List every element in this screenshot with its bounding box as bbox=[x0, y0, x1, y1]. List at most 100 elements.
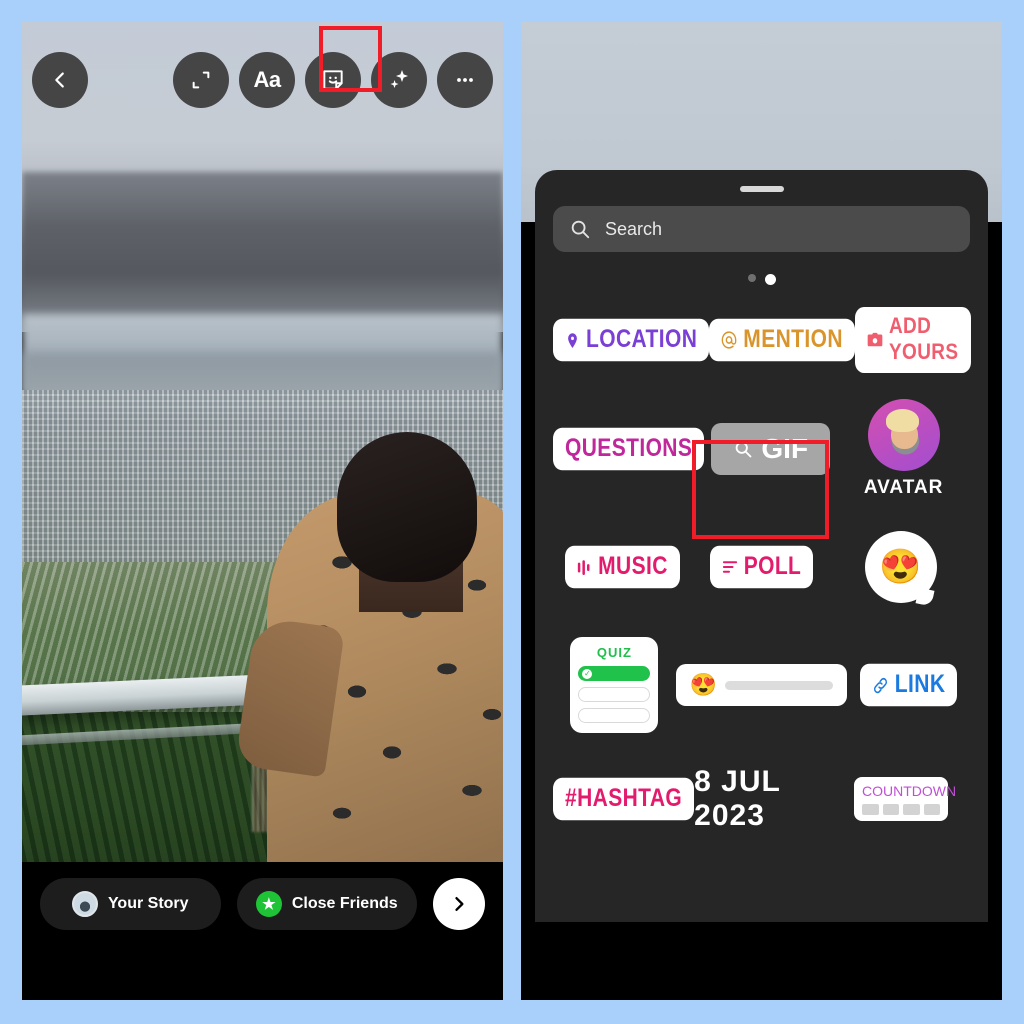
location-sticker[interactable]: LOCATION bbox=[553, 318, 710, 362]
page-dot-active[interactable] bbox=[764, 274, 776, 285]
bars-icon bbox=[577, 558, 592, 576]
page-indicator bbox=[535, 274, 988, 285]
cloud-band bbox=[22, 172, 503, 327]
cell-music: MUSIC bbox=[553, 545, 692, 589]
chevron-right-icon bbox=[449, 894, 469, 914]
story-photo[interactable] bbox=[22, 22, 503, 862]
bottom-black-band bbox=[521, 922, 1002, 1000]
countdown-digit bbox=[862, 804, 879, 815]
cell-questions: QUESTIONS bbox=[553, 427, 705, 471]
chevron-left-icon bbox=[49, 69, 71, 91]
sticker-row-5: #HASHTAG 8 JUL 2023 COUNTDOWN bbox=[553, 765, 970, 833]
cell-date: 8 JUL 2023 bbox=[694, 765, 832, 833]
avatar-label: AVATAR bbox=[863, 477, 944, 498]
close-friends-label: Close Friends bbox=[291, 895, 398, 912]
sticker-tool-button[interactable] bbox=[305, 52, 361, 108]
quiz-option-correct: ✓ bbox=[578, 666, 651, 681]
search-icon bbox=[733, 439, 753, 459]
gif-label: GIF bbox=[761, 433, 809, 464]
cell-location: LOCATION bbox=[553, 318, 710, 362]
mention-sticker[interactable]: MENTION bbox=[709, 318, 855, 362]
search-icon bbox=[569, 218, 591, 240]
quiz-option bbox=[578, 687, 651, 702]
text-tool-button[interactable]: Aa bbox=[239, 52, 295, 108]
sticker-tray-panel: Search LOCATION MENTION ADD YOURS QUESTI… bbox=[521, 22, 1002, 1000]
link-sticker[interactable]: LINK bbox=[859, 663, 958, 707]
music-label: MUSIC bbox=[598, 552, 668, 580]
pin-icon bbox=[565, 331, 580, 349]
countdown-label: COUNTDOWN bbox=[862, 783, 957, 799]
story-composer-panel: Aa Your Story ★ Close Friends bbox=[22, 22, 503, 1000]
sticker-row-2: QUESTIONS GIF AVATAR bbox=[553, 397, 970, 501]
ellipsis-icon bbox=[453, 68, 477, 92]
next-button[interactable] bbox=[433, 878, 485, 930]
sheet-grabber[interactable] bbox=[739, 186, 784, 192]
cell-link: LINK bbox=[847, 663, 970, 707]
back-button[interactable] bbox=[32, 52, 88, 108]
countdown-digit bbox=[903, 804, 920, 815]
add-yours-label: ADD YOURS bbox=[888, 314, 959, 365]
cell-countdown: COUNTDOWN bbox=[832, 777, 970, 821]
sticker-row-1: LOCATION MENTION ADD YOURS bbox=[553, 306, 971, 374]
countdown-digit bbox=[882, 804, 900, 815]
hashtag-sticker[interactable]: #HASHTAG bbox=[553, 777, 695, 821]
page-dot[interactable] bbox=[747, 274, 756, 282]
gif-sticker[interactable]: GIF bbox=[711, 423, 831, 475]
cell-emoji-slider: 😍 bbox=[675, 664, 848, 706]
questions-sticker[interactable]: QUESTIONS bbox=[553, 427, 705, 471]
at-icon bbox=[721, 331, 737, 350]
your-story-label: Your Story bbox=[107, 895, 189, 912]
emoji-slider-sticker[interactable]: 😍 bbox=[675, 664, 848, 706]
cell-gif: GIF bbox=[704, 423, 837, 475]
quiz-option bbox=[578, 708, 651, 723]
sticker-row-3: MUSIC POLL 😍 bbox=[553, 529, 970, 605]
quiz-sticker[interactable]: QUIZ ✓ bbox=[570, 637, 659, 733]
cell-avatar[interactable]: AVATAR bbox=[837, 399, 970, 499]
date-sticker[interactable]: 8 JUL 2023 bbox=[694, 765, 832, 833]
slider-track[interactable] bbox=[725, 680, 834, 690]
camera-icon bbox=[867, 332, 883, 349]
expand-corners-icon bbox=[190, 69, 212, 91]
hashtag-label: #HASHTAG bbox=[565, 784, 683, 812]
heart-eyes-emoji: 😍 bbox=[879, 548, 922, 586]
toolbar-icon-group: Aa bbox=[173, 52, 493, 108]
search-input[interactable]: Search bbox=[553, 206, 970, 252]
close-friends-button[interactable]: ★ Close Friends bbox=[236, 878, 417, 930]
your-story-button[interactable]: Your Story bbox=[40, 878, 221, 930]
effects-tool-button[interactable] bbox=[371, 52, 427, 108]
star-icon: ★ bbox=[255, 891, 282, 917]
poll-sticker[interactable]: POLL bbox=[709, 545, 814, 589]
sticker-smiley-icon bbox=[320, 67, 346, 93]
chain-icon bbox=[872, 675, 889, 695]
cell-quiz: QUIZ ✓ bbox=[553, 637, 676, 733]
countdown-digit bbox=[923, 804, 941, 815]
person-head bbox=[337, 432, 477, 582]
location-label: LOCATION bbox=[586, 325, 698, 353]
resize-aspect-button[interactable] bbox=[173, 52, 229, 108]
quiz-label: QUIZ bbox=[596, 645, 632, 660]
check-icon: ✓ bbox=[582, 668, 593, 679]
cell-emoji-reaction: 😍 bbox=[831, 531, 970, 603]
poll-label: POLL bbox=[743, 552, 802, 580]
lines-icon bbox=[722, 559, 738, 576]
story-toolbar: Aa bbox=[22, 22, 503, 118]
cell-add-yours: ADD YOURS bbox=[854, 306, 971, 374]
avatar-hair bbox=[886, 409, 920, 433]
avatar-image bbox=[867, 399, 940, 471]
questions-label: QUESTIONS bbox=[565, 434, 693, 462]
music-sticker[interactable]: MUSIC bbox=[565, 545, 680, 589]
add-yours-sticker[interactable]: ADD YOURS bbox=[854, 306, 971, 374]
text-tool-label: Aa bbox=[253, 67, 281, 92]
countdown-digits bbox=[862, 804, 941, 815]
link-label: LINK bbox=[894, 670, 946, 698]
more-options-button[interactable] bbox=[437, 52, 493, 108]
mention-label: MENTION bbox=[743, 325, 843, 353]
sticker-tray-sheet: Search LOCATION MENTION ADD YOURS QUESTI… bbox=[535, 170, 988, 922]
emoji-reaction-sticker[interactable]: 😍 bbox=[864, 531, 937, 603]
sparkles-icon bbox=[387, 68, 411, 92]
search-placeholder: Search bbox=[605, 218, 663, 239]
countdown-sticker[interactable]: COUNTDOWN bbox=[854, 777, 957, 821]
share-bar: Your Story ★ Close Friends bbox=[22, 862, 503, 1000]
screenshot-root: Aa Your Story ★ Close Friends Search LOC… bbox=[0, 0, 1024, 1024]
cell-poll: POLL bbox=[692, 545, 831, 589]
